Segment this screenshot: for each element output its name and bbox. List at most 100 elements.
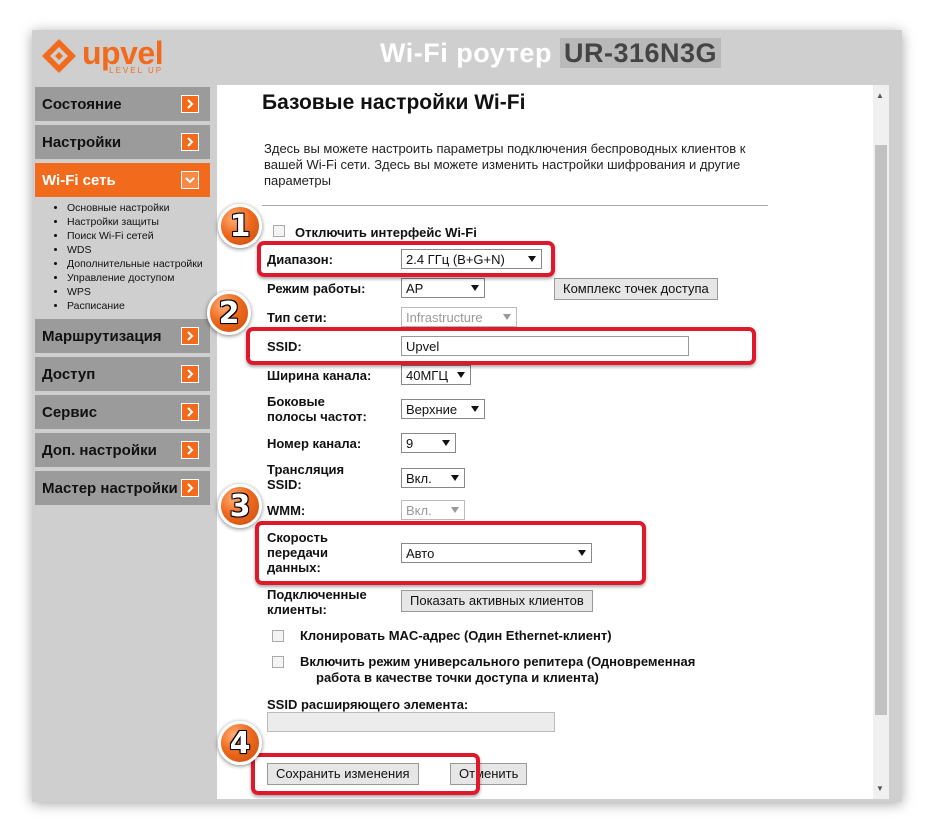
dropdown-caret-icon	[471, 285, 479, 291]
sidebar-item-label: Маршрутизация	[42, 327, 162, 345]
content-panel: Базовые настройки Wi-Fi Здесь вы можете …	[217, 85, 889, 799]
disable-wifi-checkbox[interactable]	[273, 225, 285, 237]
sidebar-item-service[interactable]: Сервис	[35, 395, 210, 429]
chevron-right-icon	[181, 365, 199, 383]
submenu-item-wps[interactable]: WPS	[67, 285, 210, 299]
broadcast-ssid-select-value: Вкл.	[406, 471, 432, 486]
repeater-label: Включить режим универсального репитера (…	[300, 654, 695, 686]
sidebar-item-access[interactable]: Доступ	[35, 357, 210, 391]
scroll-down-icon[interactable]: ▼	[876, 784, 884, 793]
channel-label: Номер канала:	[267, 436, 362, 451]
submenu-item-security[interactable]: Настройки защиты	[67, 215, 210, 229]
network-type-select-value: Infrastructure	[406, 310, 483, 325]
sidebar-item-settings[interactable]: Настройки	[35, 125, 210, 159]
chevron-right-icon	[181, 441, 199, 459]
sidebar-item-label: Настройки	[42, 133, 122, 151]
chevron-right-icon	[181, 403, 199, 421]
repeater-checkbox[interactable]	[272, 656, 284, 668]
submenu-item-scan[interactable]: Поиск Wi-Fi сетей	[67, 229, 210, 243]
channel-width-select[interactable]: 40МГЦ	[401, 365, 471, 385]
chevron-right-icon	[181, 479, 199, 497]
sidebar-item-label: Мастер настройки	[42, 479, 178, 497]
ext-ssid-input[interactable]	[267, 712, 555, 732]
dropdown-caret-icon	[451, 475, 459, 481]
sidebar-item-wifi[interactable]: Wi-Fi сеть	[35, 163, 210, 197]
highlight-data-rate	[255, 521, 646, 585]
sideband-label: Боковые полосы частот:	[267, 394, 367, 424]
channel-width-select-value: 40МГЦ	[406, 368, 448, 383]
sidebar-item-extra-settings[interactable]: Доп. настройки	[35, 433, 210, 467]
wmm-select-value: Вкл.	[406, 503, 432, 518]
sidebar-item-routing[interactable]: Маршрутизация	[35, 319, 210, 353]
clone-mac-checkbox[interactable]	[272, 630, 284, 642]
wmm-select[interactable]: Вкл.	[401, 500, 465, 520]
wifi-submenu: Основные настройки Настройки защиты Поис…	[35, 201, 210, 313]
device-title-text: Wi-Fi роутер	[380, 38, 552, 68]
submenu-item-wds[interactable]: WDS	[67, 243, 210, 257]
sidebar-item-label: Wi-Fi сеть	[42, 171, 116, 189]
repeater-label-line2: работа в качестве точки доступа и клиент…	[316, 670, 599, 685]
repeater-label-line1: Включить режим универсального репитера (…	[300, 654, 696, 669]
highlight-save	[251, 753, 480, 795]
step-badge-2: 2	[207, 291, 251, 335]
device-model: UR-316N3G	[559, 38, 722, 68]
chevron-right-icon	[181, 327, 199, 345]
highlight-ssid	[246, 327, 756, 365]
chevron-down-icon	[181, 171, 199, 189]
device-title: Wi-Fi роутер UR-316N3G	[380, 38, 722, 69]
sidebar-item-wizard[interactable]: Мастер настройки	[35, 471, 210, 505]
scroll-up-icon[interactable]: ▲	[876, 91, 884, 100]
broadcast-ssid-label-line2: SSID:	[267, 477, 302, 492]
sidebar-item-label: Состояние	[42, 95, 122, 113]
dropdown-caret-icon	[451, 507, 459, 513]
sideband-select-value: Верхние	[406, 402, 458, 417]
sidebar-item-label: Сервис	[42, 403, 98, 421]
mode-select-value: AP	[406, 281, 424, 296]
logo-word: upvel	[82, 35, 164, 71]
upvel-logo-icon	[42, 39, 76, 73]
sidebar-item-label: Доступ	[42, 365, 96, 383]
submenu-item-schedule[interactable]: Расписание	[67, 299, 210, 313]
chevron-right-icon	[181, 133, 199, 151]
page-description: Здесь вы можете настроить параметры подк…	[264, 141, 746, 188]
submenu-item-advanced[interactable]: Дополнительные настройки	[67, 257, 210, 271]
mode-label: Режим работы:	[267, 281, 366, 296]
divider	[262, 205, 768, 206]
content-scrollbar[interactable]: ▲ ▼	[873, 85, 889, 799]
multi-ap-button[interactable]: Комплекс точек доступа	[554, 278, 718, 300]
network-type-label: Тип сети:	[267, 310, 327, 325]
page-title: Базовые настройки Wi-Fi	[262, 91, 526, 114]
step-badge-3: 3	[218, 484, 262, 528]
show-clients-button[interactable]: Показать активных клиентов	[401, 590, 593, 612]
highlight-band	[257, 241, 555, 277]
clone-mac-label: Клонировать MAC-адрес (Один Ethernet-кли…	[300, 628, 612, 643]
submenu-item-basic[interactable]: Основные настройки	[67, 201, 210, 215]
connected-clients-label-line2: клиенты:	[267, 602, 327, 617]
dropdown-caret-icon	[471, 406, 479, 412]
channel-width-label: Ширина канала:	[267, 368, 372, 383]
network-type-select[interactable]: Infrastructure	[401, 307, 517, 327]
sideband-select[interactable]: Верхние	[401, 399, 485, 419]
dropdown-caret-icon	[442, 440, 450, 446]
disable-wifi-label: Отключить интерфейс Wi-Fi	[295, 225, 477, 240]
broadcast-ssid-select[interactable]: Вкл.	[401, 468, 465, 488]
connected-clients-label-line1: Подключенные	[267, 587, 367, 602]
step-badge-4: 4	[218, 721, 262, 765]
channel-select-value: 9	[406, 436, 414, 451]
broadcast-ssid-label-line1: Трансляция	[267, 462, 345, 477]
scrollbar-thumb[interactable]	[875, 145, 887, 715]
mode-select[interactable]: AP	[401, 278, 485, 298]
connected-clients-label: Подключенные клиенты:	[267, 587, 367, 617]
broadcast-ssid-label: Трансляция SSID:	[267, 462, 344, 492]
wmm-label: WMM:	[267, 503, 306, 518]
sidebar-item-status[interactable]: Состояние	[35, 87, 210, 121]
channel-select[interactable]: 9	[401, 433, 456, 453]
sideband-label-line1: Боковые	[267, 394, 325, 409]
step-badge-1: 1	[218, 204, 262, 248]
upvel-logo: upvel LEVEL UP	[40, 34, 164, 78]
dropdown-caret-icon	[457, 372, 465, 378]
dropdown-caret-icon	[503, 314, 511, 320]
sidebar-menu: Состояние Настройки Wi-Fi сеть Основные …	[35, 87, 210, 509]
ext-ssid-label: SSID расширяющего элемента:	[267, 697, 469, 712]
submenu-item-access-control[interactable]: Управление доступом	[67, 271, 210, 285]
